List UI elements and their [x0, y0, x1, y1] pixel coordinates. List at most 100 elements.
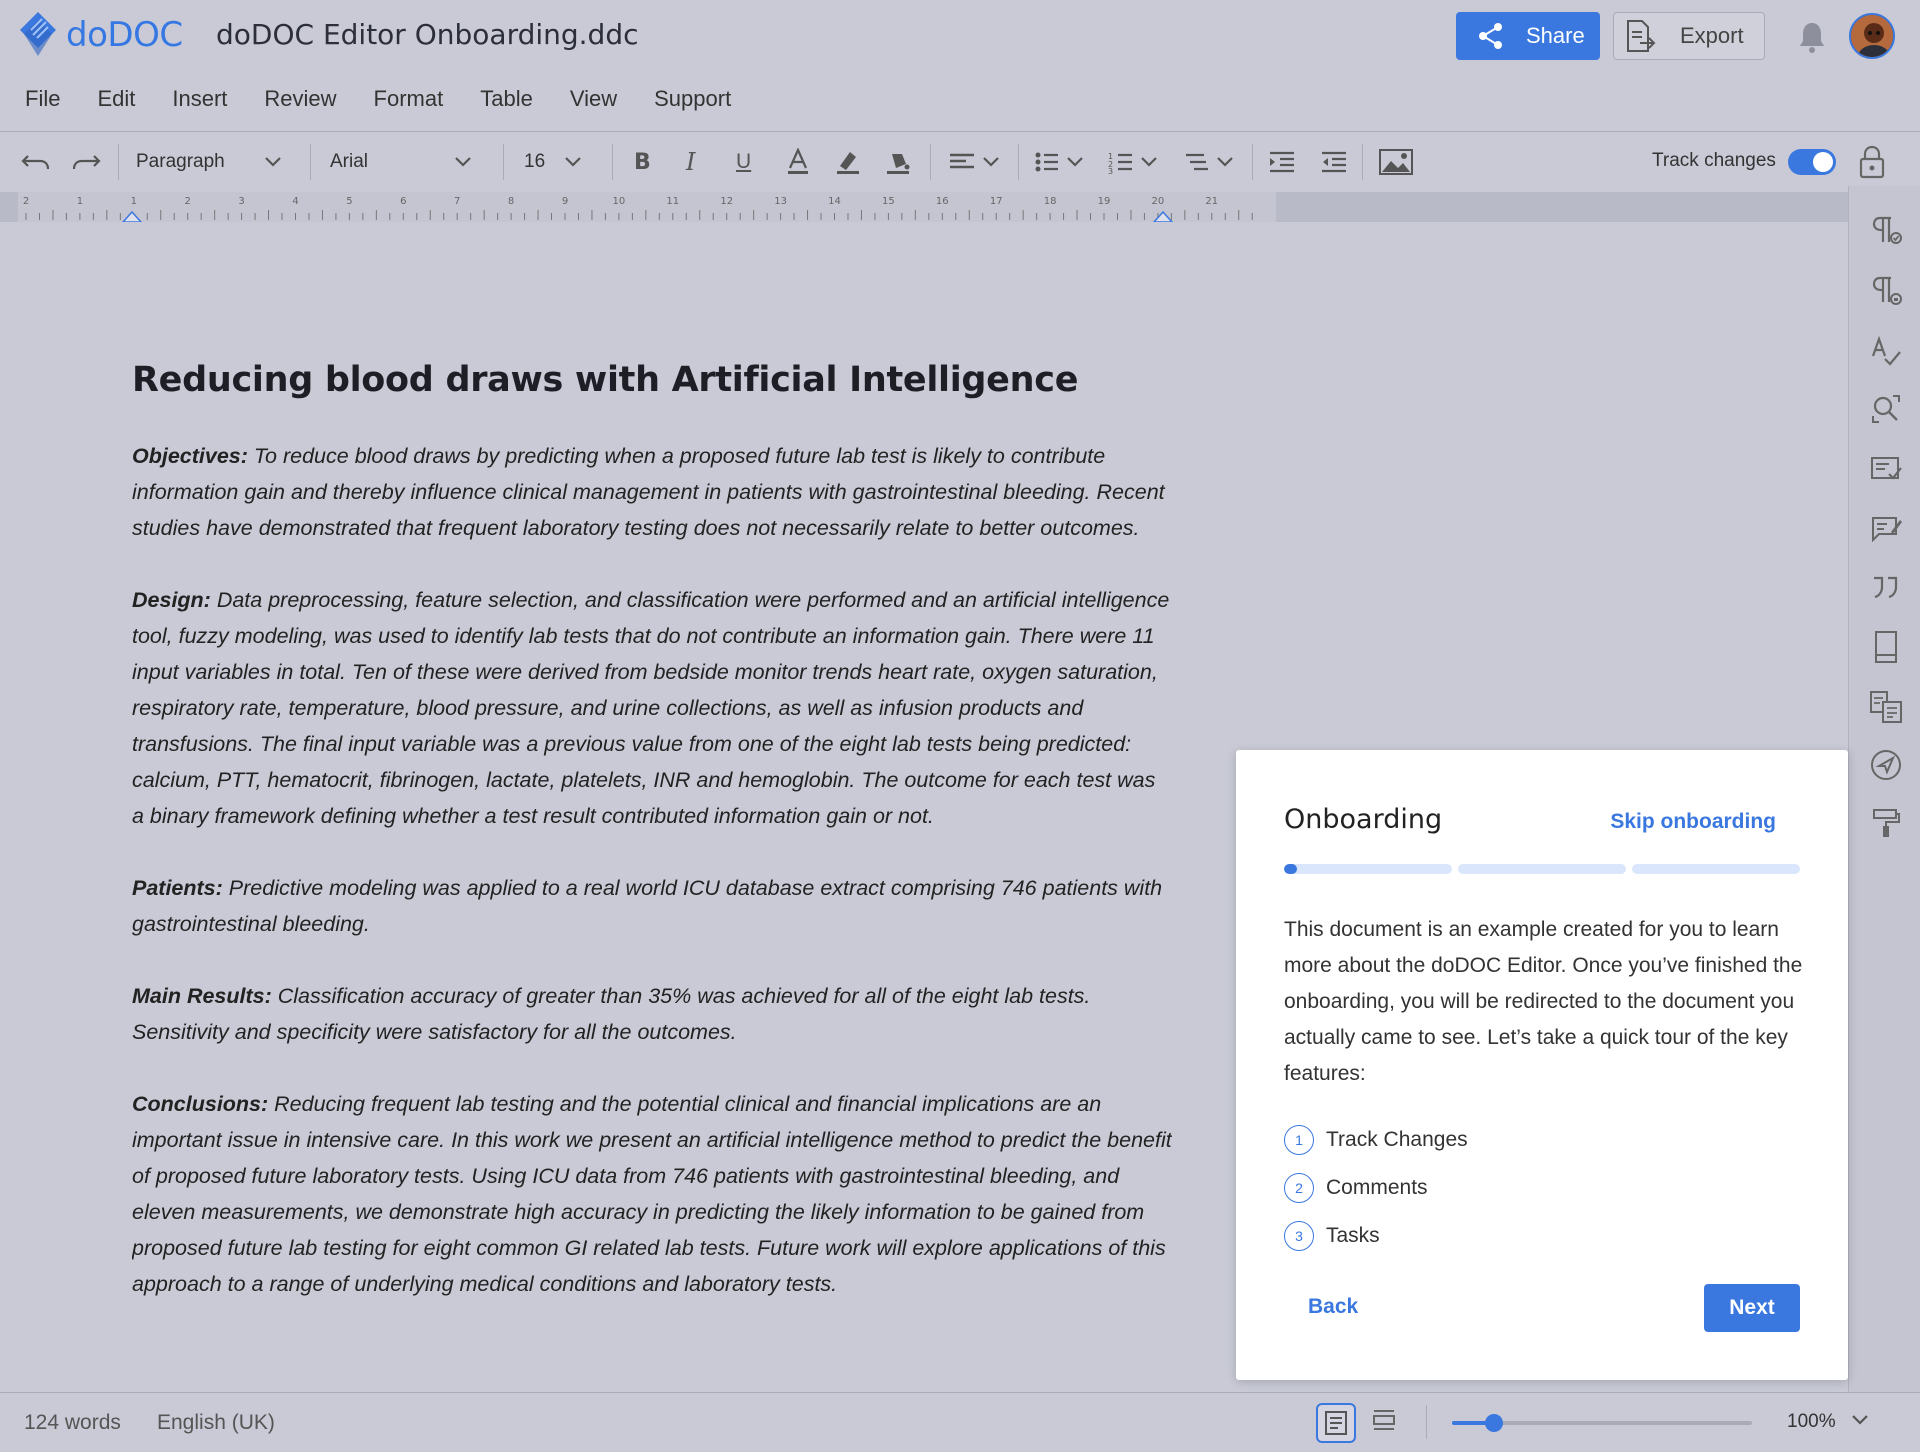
menu-support[interactable]: Support — [654, 82, 731, 122]
section-text: Reducing frequent lab testing and the po… — [132, 1092, 1172, 1296]
increase-indent-icon[interactable] — [1268, 138, 1296, 186]
ruler-number: 14 — [828, 196, 841, 207]
ruler-number: 17 — [990, 196, 1003, 207]
skip-onboarding-link[interactable]: Skip onboarding — [1610, 810, 1776, 834]
ruler-number: 21 — [1205, 196, 1218, 207]
paragraph-style-select[interactable]: Paragraph — [136, 138, 282, 186]
citations-quote-icon[interactable] — [1869, 570, 1903, 604]
comments-icon[interactable] — [1869, 512, 1903, 546]
export-document-icon — [1627, 20, 1656, 52]
ruler-number: 15 — [882, 196, 895, 207]
left-indent-marker[interactable] — [121, 210, 143, 222]
share-button[interactable]: Share — [1456, 12, 1600, 60]
section-label: Main Results: — [132, 984, 272, 1008]
bullet-list-icon[interactable] — [1034, 138, 1090, 186]
formatting-toolbar: Paragraph Arial 16 B I U 123 — [0, 138, 1920, 186]
highlight-icon[interactable] — [834, 138, 862, 186]
onboarding-title: Onboarding — [1284, 804, 1443, 835]
user-avatar[interactable] — [1849, 13, 1895, 59]
underline-icon[interactable]: U — [736, 138, 751, 186]
export-button[interactable]: Export — [1613, 12, 1765, 60]
app-logo[interactable]: doDOC — [18, 10, 183, 60]
paragraph-style-value: Paragraph — [136, 151, 225, 172]
progress-segment — [1632, 864, 1800, 874]
spellcheck-icon[interactable] — [1869, 334, 1903, 368]
chevron-down-icon — [265, 157, 281, 167]
menu-format[interactable]: Format — [374, 82, 444, 122]
decrease-indent-icon[interactable] — [1320, 138, 1348, 186]
section-conclusions[interactable]: Conclusions: Reducing frequent lab testi… — [132, 1086, 1172, 1302]
section-patients[interactable]: Patients: Predictive modeling was applie… — [132, 870, 1172, 942]
toolbar-divider — [310, 144, 311, 180]
menu-file[interactable]: File — [25, 82, 60, 122]
tasks-icon[interactable] — [1869, 452, 1903, 486]
section-text: Predictive modeling was applied to a rea… — [132, 876, 1163, 936]
font-color-icon[interactable] — [785, 138, 811, 186]
ruler-number: 3 — [238, 196, 244, 207]
numbered-list-icon[interactable]: 123 — [1108, 138, 1164, 186]
ruler-number: 10 — [613, 196, 626, 207]
format-painter-icon[interactable] — [1869, 806, 1903, 840]
web-layout-view-icon[interactable] — [1370, 1407, 1398, 1442]
next-button[interactable]: Next — [1704, 1284, 1800, 1332]
paragraph-check-icon[interactable] — [1869, 214, 1903, 248]
align-left-icon[interactable] — [948, 138, 1004, 186]
navigation-compass-icon[interactable] — [1869, 748, 1903, 782]
font-size-select[interactable]: 16 — [524, 138, 582, 186]
section-objectives[interactable]: Objectives: To reduce blood draws by pre… — [132, 438, 1172, 546]
toolbar-divider — [1018, 144, 1019, 180]
zoom-slider[interactable] — [1452, 1414, 1752, 1432]
bold-icon[interactable]: B — [634, 138, 651, 186]
ruler-number: 16 — [936, 196, 949, 207]
document-language[interactable]: English (UK) — [157, 1411, 275, 1435]
document-heading[interactable]: Reducing blood draws with Artificial Int… — [132, 360, 1172, 400]
menu-insert[interactable]: Insert — [172, 82, 227, 122]
menu-table[interactable]: Table — [480, 82, 533, 122]
menu-bar: File Edit Insert Review Format Table Vie… — [0, 82, 743, 122]
right-indent-marker[interactable] — [1152, 210, 1174, 222]
zoom-dropdown-chevron-down-icon[interactable] — [1850, 1413, 1870, 1432]
menu-review[interactable]: Review — [264, 82, 336, 122]
lock-icon[interactable] — [1858, 144, 1886, 180]
step-number-badge: 1 — [1284, 1125, 1314, 1155]
find-replace-icon[interactable] — [1869, 392, 1903, 426]
section-text: To reduce blood draws by predicting when… — [132, 444, 1165, 540]
svg-text:3: 3 — [1108, 167, 1113, 174]
page-layout-icon[interactable] — [1869, 630, 1903, 664]
italic-icon[interactable]: I — [686, 138, 695, 186]
menu-view[interactable]: View — [570, 82, 617, 122]
fill-color-icon[interactable] — [884, 138, 912, 186]
document-page[interactable]: Reducing blood draws with Artificial Int… — [132, 360, 1172, 1390]
right-tool-sidebar — [1848, 186, 1920, 1392]
ruler-number: 2 — [185, 196, 191, 207]
chevron-down-icon — [565, 157, 581, 167]
document-title[interactable]: doDOC Editor Onboarding.ddc — [216, 18, 639, 51]
ruler-number: 5 — [346, 196, 352, 207]
zoom-slider-handle[interactable] — [1485, 1414, 1503, 1432]
menu-edit[interactable]: Edit — [97, 82, 135, 122]
horizontal-ruler[interactable]: 2 1 1 2 3 4 5 6 7 8 9 10 11 12 13 14 15 16 17 18 19 20 21 — [0, 192, 1848, 222]
zoom-level[interactable]: 100% — [1787, 1411, 1836, 1433]
onboarding-step: 2 Comments — [1284, 1164, 1468, 1212]
redo-icon[interactable] — [70, 138, 102, 186]
font-size-value: 16 — [524, 151, 546, 172]
toolbar-divider — [1362, 144, 1363, 180]
multilevel-list-icon[interactable] — [1184, 138, 1240, 186]
ruler-number: 7 — [454, 196, 460, 207]
back-button[interactable]: Back — [1308, 1295, 1358, 1319]
section-design[interactable]: Design: Data preprocessing, feature sele… — [132, 582, 1172, 834]
compare-versions-icon[interactable] — [1869, 690, 1903, 724]
font-family-select[interactable]: Arial — [330, 138, 472, 186]
track-changes-toggle[interactable] — [1788, 149, 1836, 175]
notifications-bell-icon[interactable] — [1796, 20, 1828, 59]
step-number-badge: 2 — [1284, 1173, 1314, 1203]
onboarding-steps-list: 1 Track Changes 2 Comments 3 Tasks — [1284, 1116, 1468, 1260]
print-layout-view-button[interactable] — [1316, 1403, 1356, 1443]
share-icon — [1479, 23, 1502, 49]
app-header: doDOC doDOC Editor Onboarding.ddc Share … — [0, 0, 1920, 72]
paragraph-lock-icon[interactable] — [1869, 274, 1903, 308]
step-number-badge: 3 — [1284, 1221, 1314, 1251]
section-main-results[interactable]: Main Results: Classification accuracy of… — [132, 978, 1172, 1050]
insert-image-icon[interactable] — [1378, 138, 1414, 186]
undo-icon[interactable] — [20, 138, 52, 186]
